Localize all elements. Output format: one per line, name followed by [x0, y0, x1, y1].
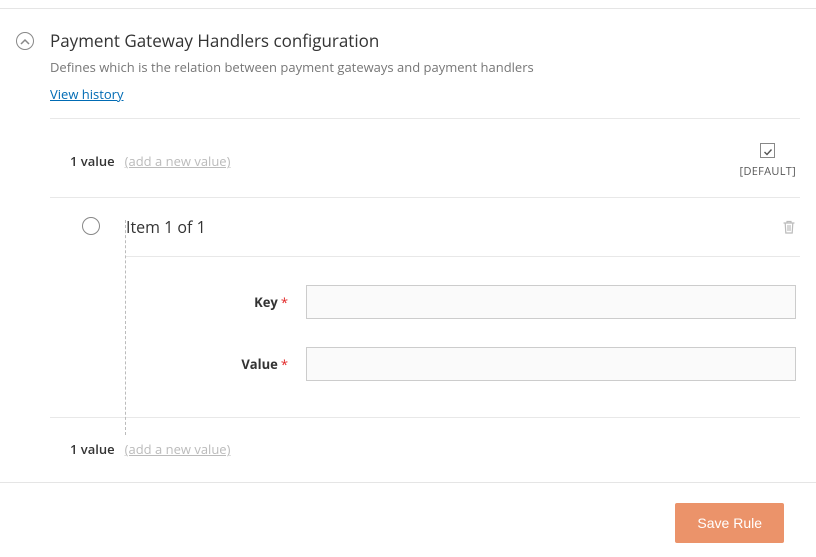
key-row: Key* [126, 285, 800, 319]
trash-icon [782, 219, 796, 235]
key-label-text: Key [254, 293, 278, 311]
value-row: Value* [126, 347, 800, 381]
key-input[interactable] [306, 285, 796, 319]
item-wrapper: Item 1 of 1 [50, 197, 800, 417]
value-count-label: 1 value [70, 152, 115, 170]
item-body: Item 1 of 1 [126, 216, 800, 417]
item-form: Key* Value* [126, 257, 800, 417]
value-label: Value* [126, 355, 296, 373]
view-history-link[interactable]: View history [50, 85, 124, 103]
actions-row: Save Rule [0, 483, 816, 557]
required-star: * [281, 355, 288, 373]
scope-default-label: [DEFAULT] [740, 164, 796, 179]
check-icon [763, 140, 773, 162]
required-star: * [281, 293, 288, 311]
add-new-value-link[interactable]: (add a new value) [125, 152, 231, 170]
item-collapse-toggle[interactable] [82, 217, 100, 235]
chevron-up-icon [20, 30, 30, 52]
section-collapse-toggle[interactable] [16, 32, 34, 50]
value-summary-top: 1 value (add a new value) [DEFAULT] [50, 119, 800, 197]
value-input[interactable] [306, 347, 796, 381]
item-header: Item 1 of 1 [126, 216, 800, 238]
item-title: Item 1 of 1 [126, 216, 206, 238]
value-summary-bottom: 1 value (add a new value) [50, 418, 800, 462]
scope-selector: [DEFAULT] [740, 143, 796, 179]
section-title: Payment Gateway Handlers configuration [50, 29, 800, 52]
scope-default-checkbox[interactable] [760, 143, 775, 158]
value-summary-left: 1 value (add a new value) [70, 152, 230, 170]
value-summary-left-bottom: 1 value (add a new value) [70, 440, 230, 458]
value-label-text: Value [241, 355, 278, 373]
save-rule-button[interactable]: Save Rule [675, 503, 784, 543]
values-block: 1 value (add a new value) [DEFAULT] [50, 118, 800, 418]
key-label: Key* [126, 293, 296, 311]
delete-item-button[interactable] [782, 219, 796, 235]
value-count-label-bottom: 1 value [70, 440, 115, 458]
section-description: Defines which is the relation between pa… [50, 58, 800, 76]
config-section: Payment Gateway Handlers configuration D… [0, 9, 816, 482]
config-section-container: Payment Gateway Handlers configuration D… [0, 8, 816, 483]
section-body: Payment Gateway Handlers configuration D… [50, 29, 800, 462]
add-new-value-link-bottom[interactable]: (add a new value) [125, 440, 231, 458]
